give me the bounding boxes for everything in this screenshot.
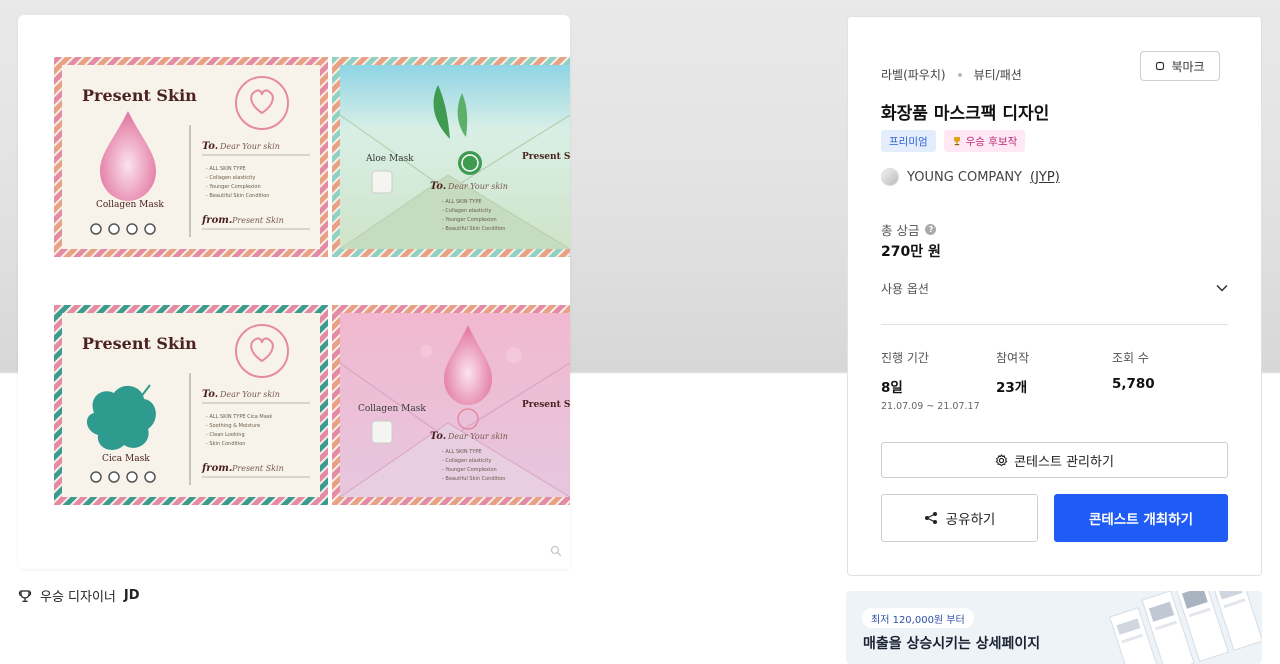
svg-text:To.: To. xyxy=(202,141,218,152)
company-logo xyxy=(881,168,899,186)
chevron-down-icon xyxy=(1216,284,1228,292)
svg-text:To.: To. xyxy=(202,389,218,400)
svg-text:Present Skin: Present Skin xyxy=(231,464,284,473)
svg-text:Dear Your skin: Dear Your skin xyxy=(219,142,280,151)
svg-text:Collagen Mask: Collagen Mask xyxy=(96,200,164,210)
svg-text:Present Sk: Present Sk xyxy=(522,400,570,410)
designer-label: 우승 디자이너 xyxy=(40,590,116,605)
pack-cica-front: Present Skin Cica Mask To. Dear Your ski… xyxy=(54,305,328,505)
svg-text:- Clean Looking: - Clean Looking xyxy=(206,432,245,438)
host-contest-button[interactable]: 콘테스트 개최하기 xyxy=(1054,494,1228,542)
period-value: 8일 xyxy=(881,380,903,396)
svg-text:- ALL SKIN TYPE: - ALL SKIN TYPE xyxy=(206,166,246,172)
svg-text:- Younger Complexion: - Younger Complexion xyxy=(442,217,497,223)
winning-designer: 우승 디자이너 JD xyxy=(18,586,140,605)
svg-text:Dear Your skin: Dear Your skin xyxy=(219,390,280,399)
divider xyxy=(881,324,1228,325)
help-icon[interactable]: ? xyxy=(925,224,937,235)
company-name: YOUNG COMPANY xyxy=(907,169,1023,185)
stat-period: 진행 기간 8일 21.07.09 ~ 21.07.17 xyxy=(881,349,980,412)
svg-text:To.: To. xyxy=(430,431,446,442)
gear-icon xyxy=(995,453,1008,466)
svg-text:To.: To. xyxy=(430,181,446,192)
svg-text:from.: from. xyxy=(201,463,232,474)
views-label: 조회 수 xyxy=(1112,351,1149,365)
svg-text:Present Sk: Present Sk xyxy=(522,152,570,162)
pack-collagen-front: Present Skin Collagen Mask To. Dear Your… xyxy=(54,57,328,257)
svg-text:Dear Your skin: Dear Your skin xyxy=(447,432,508,441)
svg-text:- Collagen elasticity: - Collagen elasticity xyxy=(442,458,491,464)
ad-illustration xyxy=(1109,591,1262,664)
svg-text:from.: from. xyxy=(201,215,232,226)
prize-value: 270만 원 xyxy=(881,244,941,260)
period-range: 21.07.09 ~ 21.07.17 xyxy=(881,401,980,412)
svg-text:- Younger Complexion: - Younger Complexion xyxy=(206,184,261,190)
usage-options-label: 사용 옵션 xyxy=(881,281,929,296)
svg-text:- Soothing & Moisture: - Soothing & Moisture xyxy=(206,423,260,429)
svg-text:- Collagen elasticity: - Collagen elasticity xyxy=(206,175,255,181)
artwork-image: Present Skin Collagen Mask To. Dear Your… xyxy=(54,57,570,505)
svg-text:- Beautiful Skin Condition: - Beautiful Skin Condition xyxy=(442,226,505,232)
company-info[interactable]: YOUNG COMPANY (JYP) xyxy=(881,168,1060,186)
breadcrumb-separator xyxy=(957,72,962,77)
bookmark-label: 북마크 xyxy=(1171,59,1205,74)
contest-title: 화장품 마스크팩 디자인 xyxy=(881,104,1050,124)
period-label: 진행 기간 xyxy=(881,351,929,365)
manage-contest-label: 콘테스트 관리하기 xyxy=(1014,454,1114,470)
ad-headline: 매출을 상승시키는 상세페이지 xyxy=(863,636,1041,652)
bookmark-icon xyxy=(1156,61,1165,71)
svg-text:Present Skin: Present Skin xyxy=(82,334,197,353)
manage-contest-button[interactable]: 콘테스트 관리하기 xyxy=(881,442,1228,478)
svg-text:- Beautiful Skin Condition: - Beautiful Skin Condition xyxy=(206,193,269,199)
trophy-icon xyxy=(18,589,32,602)
entries-value: 23개 xyxy=(996,380,1028,396)
prize-label-row: 총 상금 ? xyxy=(881,220,937,239)
share-button[interactable]: 공유하기 xyxy=(881,494,1038,542)
svg-text:- ALL SKIN TYPE Cica Mask: - ALL SKIN TYPE Cica Mask xyxy=(206,414,272,420)
svg-text:Dear Your skin: Dear Your skin xyxy=(447,182,508,191)
trophy-icon xyxy=(953,137,960,146)
stat-entries: 참여작 23개 xyxy=(996,349,1029,396)
winner-candidate-label: 우승 후보작 xyxy=(965,135,1018,148)
premium-badge: 프리미엄 xyxy=(881,130,936,152)
winner-candidate-badge: 우승 후보작 xyxy=(943,130,1026,152)
svg-text:- Skin Condition: - Skin Condition xyxy=(206,441,245,447)
svg-text:Cica Mask: Cica Mask xyxy=(102,454,150,464)
svg-text:Present Skin: Present Skin xyxy=(231,216,284,225)
usage-options-toggle[interactable]: 사용 옵션 xyxy=(881,278,1228,298)
contest-info-panel: 라벨(파우치) 뷰티/패션 북마크 화장품 마스크팩 디자인 프리미엄 우승 후… xyxy=(847,16,1262,576)
svg-text:Collagen Mask: Collagen Mask xyxy=(358,404,426,414)
svg-text:- Beautiful Skin Condition: - Beautiful Skin Condition xyxy=(442,476,505,482)
svg-text:Aloe Mask: Aloe Mask xyxy=(365,154,414,164)
svg-text:- ALL SKIN TYPE: - ALL SKIN TYPE xyxy=(442,449,482,455)
subcategory-link[interactable]: 뷰티/패션 xyxy=(974,66,1022,83)
artwork-card[interactable]: Present Skin Collagen Mask To. Dear Your… xyxy=(18,15,570,569)
views-value: 5,780 xyxy=(1112,376,1155,392)
svg-text:- ALL SKIN TYPE: - ALL SKIN TYPE xyxy=(442,199,482,205)
designer-name[interactable]: JD xyxy=(124,588,140,603)
share-icon xyxy=(924,512,937,524)
zoom-icon[interactable] xyxy=(550,545,562,557)
badge-group: 프리미엄 우승 후보작 xyxy=(881,130,1026,152)
breadcrumb: 라벨(파우치) 뷰티/패션 xyxy=(881,66,1022,83)
entries-label: 참여작 xyxy=(996,351,1030,365)
ad-price-pill: 최저 120,000원 부터 xyxy=(862,608,974,628)
company-handle[interactable]: (JYP) xyxy=(1030,170,1060,185)
bookmark-button[interactable]: 북마크 xyxy=(1140,51,1220,81)
svg-text:- Younger Complexion: - Younger Complexion xyxy=(442,467,497,473)
prize-label: 총 상금 xyxy=(881,223,920,238)
pack-collagen-back: Collagen Mask Present Sk To. Dear Your s… xyxy=(332,305,570,505)
svg-text:Present Skin: Present Skin xyxy=(82,86,197,105)
ad-banner[interactable]: 최저 120,000원 부터 매출을 상승시키는 상세페이지 xyxy=(846,591,1262,664)
pack-aloe-back: Aloe Mask Present Sk To. Dear Your skin … xyxy=(332,57,570,257)
share-label: 공유하기 xyxy=(945,512,996,528)
stat-views: 조회 수 5,780 xyxy=(1112,349,1155,392)
svg-text:- Collagen elasticity: - Collagen elasticity xyxy=(442,208,491,214)
category-link[interactable]: 라벨(파우치) xyxy=(881,66,946,83)
